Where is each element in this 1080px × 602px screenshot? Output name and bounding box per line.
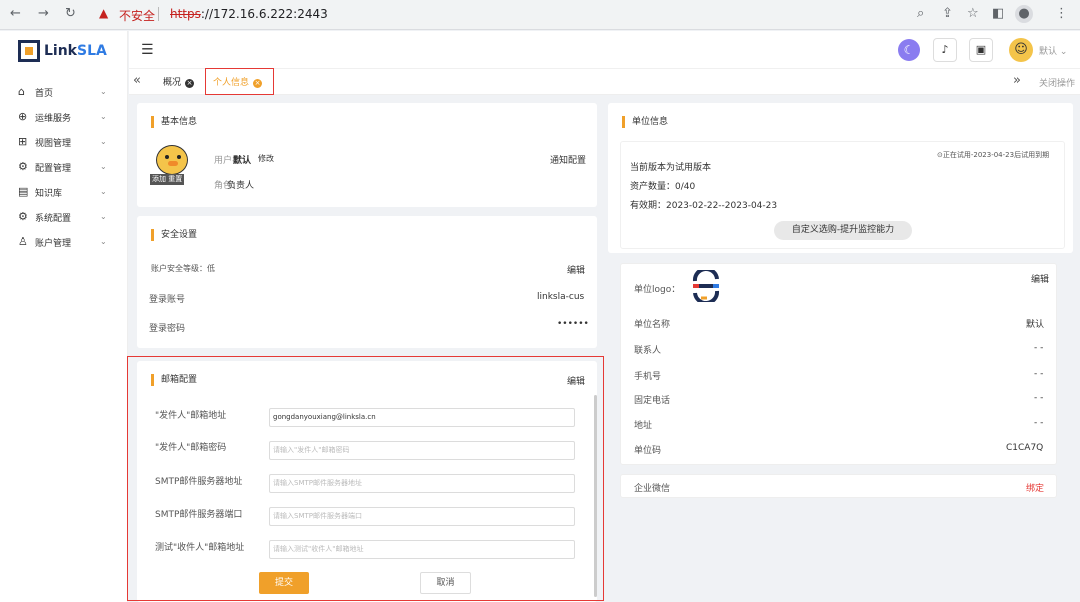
phone-value: - -	[1034, 369, 1044, 379]
user-menu[interactable]: 默认 ⌄	[1039, 44, 1067, 57]
edit-username-link[interactable]: 修改	[258, 153, 274, 164]
sidebar-menu: ⌂ 首页 ⌄ ⊕ 运维服务 ⌄ ⊞ 视图管理 ⌄ ⚙ 配置管理 ⌄ ▤ 知识库 …	[0, 79, 128, 254]
sidebar-item-system[interactable]: ⚙ 系统配置 ⌄	[0, 204, 128, 229]
kebab-menu-icon[interactable]: ⋮	[1055, 6, 1068, 21]
address-value: - -	[1034, 418, 1044, 428]
close-ops-dropdown[interactable]: 关闭操作	[1039, 76, 1075, 89]
top-header: ☰ ☾ ♪ ▣ ☺ 默认 ⌄	[129, 31, 1080, 69]
wecom-bind-link[interactable]: 绑定	[1026, 481, 1044, 494]
forward-icon[interactable]: →	[38, 6, 49, 21]
card-title: 单位信息	[622, 116, 668, 128]
login-account-label: 登录账号	[149, 295, 186, 305]
gear-icon: ⚙	[18, 210, 28, 223]
edit-unit-link[interactable]: 编辑	[1031, 272, 1049, 285]
dashboard-icon: ⊞	[18, 135, 28, 148]
chevron-down-icon: ⌄	[100, 237, 107, 246]
chevron-down-icon: ⌄	[100, 187, 107, 196]
security-card: 安全设置 账户安全等级：低 编辑 登录账号 linksla-cus 登录密码 •…	[137, 216, 597, 348]
contact-label: 联系人	[634, 346, 662, 356]
close-icon[interactable]: ×	[185, 79, 195, 88]
avatar-actions[interactable]: 添加 重置	[150, 174, 185, 185]
address-label: 地址	[634, 421, 653, 431]
close-icon[interactable]: ×	[253, 79, 263, 88]
menu-toggle-icon[interactable]: ☰	[141, 42, 154, 58]
sidebar-item-account[interactable]: ♙ 账户管理 ⌄	[0, 229, 128, 254]
share-icon[interactable]: ⇪	[942, 6, 953, 21]
unit-name-value: 默认	[1026, 320, 1045, 330]
insecure-label: 不安全	[119, 9, 156, 23]
browser-chrome: ← → ↻ ▲ 不安全 https://172.16.6.222:2443 ⌕ …	[0, 0, 1080, 30]
card-title: 安全设置	[151, 229, 197, 241]
unit-name-label: 单位名称	[634, 320, 671, 330]
role-value: 负责人	[227, 181, 255, 191]
sidebar-item-ops[interactable]: ⊕ 运维服务 ⌄	[0, 104, 128, 129]
login-password-value: ••••••	[557, 319, 589, 329]
briefcase-icon[interactable]: ▣	[969, 38, 993, 62]
chevron-down-icon: ⌄	[100, 162, 107, 171]
notify-config-link[interactable]: 通知配置	[550, 153, 586, 166]
wecom-label: 企业微信	[634, 484, 671, 494]
unit-code-label: 单位码	[634, 446, 662, 456]
avatar[interactable]: ☺	[1009, 38, 1033, 62]
card-title: 基本信息	[151, 116, 197, 128]
address-bar[interactable]: ▲ 不安全 https://172.16.6.222:2443	[92, 4, 1080, 26]
unit-details-card: 编辑 单位logo： 单位名称 默认 联系人 - - 手机号 - - 固定电话 …	[620, 263, 1057, 465]
scroll-right-icon[interactable]: »	[1013, 73, 1021, 88]
sidepanel-icon[interactable]: ◧	[992, 6, 1004, 21]
user-icon: ♙	[18, 235, 28, 248]
bell-icon[interactable]: ♪	[933, 38, 957, 62]
tabs-bar: « 概况 × 个人信息 × » 关闭操作	[129, 68, 1080, 95]
login-account-value: linksla-cus	[537, 292, 585, 302]
username-value: 默认	[233, 156, 252, 166]
trial-notice: ⊙正在试用-2023-04-23后试用到期	[937, 151, 1050, 159]
chevron-down-icon: ⌄	[100, 137, 107, 146]
sidebar: LinkSLA ⌂ 首页 ⌄ ⊕ 运维服务 ⌄ ⊞ 视图管理 ⌄ ⚙ 配置管理 …	[0, 31, 128, 602]
version-text: 当前版本为试用版本	[630, 163, 712, 173]
highlight-box	[127, 356, 604, 601]
bookmark-star-icon[interactable]: ☆	[967, 6, 979, 21]
back-icon[interactable]: ←	[10, 6, 21, 21]
asset-count: 资产数量：0/40	[630, 182, 696, 192]
landline-label: 固定电话	[634, 396, 671, 406]
globe-icon: ⊕	[18, 110, 28, 123]
contact-value: - -	[1034, 343, 1044, 353]
profile-icon[interactable]: ●	[1015, 5, 1033, 23]
tab-personal-info[interactable]: 个人信息 ×	[213, 75, 263, 91]
knowledge-icon: ▤	[18, 185, 29, 198]
sidebar-item-views[interactable]: ⊞ 视图管理 ⌄	[0, 129, 128, 154]
upgrade-button[interactable]: 自定义选购-提升监控能力	[774, 221, 912, 240]
sidebar-item-config[interactable]: ⚙ 配置管理 ⌄	[0, 154, 128, 179]
zoom-icon[interactable]: ⌕	[917, 6, 924, 21]
unit-logo-label: 单位logo：	[634, 285, 681, 295]
phone-label: 手机号	[634, 372, 662, 382]
warning-icon: ▲	[99, 6, 109, 20]
edit-security-link[interactable]: 编辑	[567, 263, 585, 276]
landline-value: - -	[1034, 393, 1044, 403]
basic-info-card: 基本信息 添加 重置 用户名： 默认 修改 角色： 负责人 通知配置	[137, 103, 597, 207]
logo-mark-icon	[18, 40, 40, 62]
reload-icon[interactable]: ↻	[65, 6, 76, 21]
tab-overview[interactable]: 概况 ×	[163, 75, 195, 91]
chevron-down-icon: ⌄	[100, 212, 107, 221]
avatar[interactable]: 添加 重置	[150, 145, 194, 187]
url-text: https://172.16.6.222:2443	[170, 7, 328, 21]
theme-moon-icon[interactable]: ☾	[898, 39, 920, 61]
security-level-label: 账户安全等级：低	[151, 264, 215, 273]
sidebar-item-knowledge[interactable]: ▤ 知识库 ⌄	[0, 179, 128, 204]
unit-logo-image	[692, 270, 720, 302]
login-password-label: 登录密码	[149, 324, 186, 334]
divider	[158, 7, 159, 21]
home-icon: ⌂	[18, 85, 25, 98]
validity-period: 有效期：2023-02-22--2023-04-23	[630, 201, 778, 211]
wecom-card: 企业微信 绑定	[620, 474, 1057, 498]
chevron-down-icon: ⌄	[100, 87, 107, 96]
unit-code-value: C1CA7Q	[1006, 443, 1044, 453]
config-icon: ⚙	[18, 160, 28, 173]
scroll-left-icon[interactable]: «	[133, 73, 141, 88]
chevron-down-icon: ⌄	[100, 112, 107, 121]
sidebar-item-home[interactable]: ⌂ 首页 ⌄	[0, 79, 128, 104]
